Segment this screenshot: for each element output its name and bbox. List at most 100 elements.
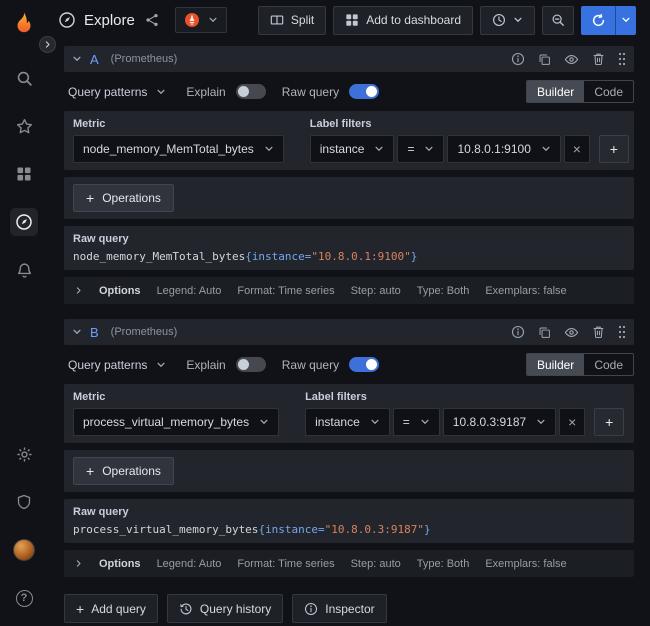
share-button[interactable] (143, 13, 161, 27)
time-range-button[interactable] (480, 6, 535, 35)
query-header: A (Prometheus) (64, 46, 634, 72)
option-summary-item: Exemplars: false (485, 285, 566, 297)
add-filter-button[interactable]: + (599, 135, 629, 163)
builder-code-switcher: Builder Code (526, 353, 634, 376)
drag-handle-icon[interactable] (618, 52, 626, 66)
collapse-query-button[interactable] (72, 54, 82, 64)
sidebar-item-profile[interactable] (10, 536, 38, 564)
chevron-down-icon (264, 144, 274, 154)
options-collapsed-row[interactable]: Options Legend: Auto Format: Time series… (64, 277, 634, 304)
add-query-button[interactable]: + Add query (64, 594, 158, 623)
explain-toggle[interactable] (236, 84, 266, 99)
sidebar-item-admin[interactable] (10, 488, 38, 516)
dashboard-grid-icon (345, 13, 359, 27)
filter-key-select[interactable]: instance (310, 135, 395, 163)
sidebar-item-starred[interactable] (10, 112, 38, 140)
remove-filter-button[interactable]: × (559, 408, 585, 436)
bell-icon (16, 262, 33, 279)
filter-key-select[interactable]: instance (305, 408, 390, 436)
code-tab[interactable]: Code (584, 81, 633, 102)
code-metric: node_memory_MemTotal_bytes (73, 250, 245, 263)
run-query-button[interactable] (581, 6, 615, 35)
filter-operator-select[interactable]: = (397, 135, 444, 163)
query-history-button[interactable]: Query history (167, 594, 283, 623)
metric-select[interactable]: node_memory_MemTotal_bytes (73, 135, 284, 163)
drag-handle-icon[interactable] (618, 325, 626, 339)
operations-label: Operations (102, 464, 161, 478)
code-close-brace: } (424, 523, 431, 536)
close-icon: × (568, 415, 576, 429)
compass-icon (15, 213, 33, 231)
code-tab[interactable]: Code (584, 354, 633, 375)
query-help-icon[interactable] (511, 325, 525, 339)
chevron-down-icon (259, 417, 269, 427)
query-patterns-label: Query patterns (68, 85, 147, 99)
gear-icon (16, 446, 33, 463)
chevron-down-icon (420, 417, 430, 427)
grafana-app: ? Explore Split Add to dash (0, 0, 650, 626)
sidebar-item-alerting[interactable] (10, 256, 38, 284)
chevron-down-icon (513, 15, 523, 25)
code-open-brace: { (245, 250, 252, 263)
sidebar-item-help[interactable]: ? (10, 584, 38, 612)
disable-query-eye-icon[interactable] (564, 325, 579, 340)
builder-tab[interactable]: Builder (527, 81, 584, 102)
query-ref-id: A (90, 52, 99, 67)
zoom-out-icon (551, 13, 565, 27)
duplicate-query-icon[interactable] (538, 53, 551, 66)
disable-query-eye-icon[interactable] (564, 52, 579, 67)
query-datasource-label: (Prometheus) (111, 53, 178, 65)
inspector-button[interactable]: Inspector (292, 594, 386, 623)
sidebar-item-explore[interactable] (10, 208, 38, 236)
sidebar-expand-button[interactable] (39, 36, 56, 53)
filter-value-select[interactable]: 10.8.0.1:9100 (447, 135, 560, 163)
builder-tab[interactable]: Builder (527, 354, 584, 375)
options-collapsed-row[interactable]: Options Legend: Auto Format: Time series… (64, 550, 634, 577)
option-summary-item: Type: Both (417, 558, 470, 570)
history-icon (179, 602, 193, 616)
remove-query-trash-icon[interactable] (592, 52, 605, 66)
query-editor-toolbar: Query patterns Explain Raw query Builder… (64, 79, 634, 104)
operations-row: + Operations (64, 450, 634, 492)
raw-query-toggle[interactable] (349, 84, 379, 99)
split-button[interactable]: Split (258, 6, 326, 35)
collapse-query-button[interactable] (72, 327, 82, 337)
query-row-actions: + Add query Query history Inspector (64, 594, 634, 623)
operations-button[interactable]: + Operations (73, 184, 174, 212)
add-filter-button[interactable]: + (594, 408, 624, 436)
run-query-caret-button[interactable] (615, 6, 636, 35)
filter-operator-value: = (403, 415, 410, 429)
operations-button[interactable]: + Operations (73, 457, 174, 485)
plus-icon: + (86, 191, 94, 205)
filter-operator-select[interactable]: = (393, 408, 440, 436)
explore-page-icon (58, 11, 76, 29)
query-patterns-dropdown[interactable]: Query patterns (64, 85, 170, 99)
filter-value-select[interactable]: 10.8.0.3:9187 (443, 408, 556, 436)
zoom-out-button[interactable] (542, 6, 574, 35)
raw-query-toggle[interactable] (349, 357, 379, 372)
grafana-logo[interactable] (10, 10, 38, 38)
raw-query-toggle-label: Raw query (282, 85, 339, 99)
grafana-flame-icon (11, 11, 37, 37)
query-patterns-dropdown[interactable]: Query patterns (64, 358, 170, 372)
raw-query-preview: Raw query process_virtual_memory_bytes{i… (64, 499, 634, 543)
raw-query-title: Raw query (73, 506, 625, 518)
query-rows: A (Prometheus) Query patterns (48, 40, 650, 626)
metric-select[interactable]: process_virtual_memory_bytes (73, 408, 279, 436)
code-close-brace: } (411, 250, 418, 263)
add-to-dashboard-button[interactable]: Add to dashboard (333, 6, 473, 35)
refresh-icon (591, 13, 606, 28)
remove-filter-button[interactable]: × (564, 135, 590, 163)
code-string-value: "10.8.0.1:9100" (311, 250, 410, 263)
sidebar-item-configuration[interactable] (10, 440, 38, 468)
query-datasource-label: (Prometheus) (111, 326, 178, 338)
explain-toggle[interactable] (236, 357, 266, 372)
duplicate-query-icon[interactable] (538, 326, 551, 339)
sidebar-item-dashboards[interactable] (10, 160, 38, 188)
query-help-icon[interactable] (511, 52, 525, 66)
remove-query-trash-icon[interactable] (592, 325, 605, 339)
sidebar-nav-bottom: ? (10, 440, 38, 612)
explain-label: Explain (186, 358, 225, 372)
sidebar-item-search[interactable] (10, 64, 38, 92)
datasource-picker[interactable] (175, 7, 227, 33)
